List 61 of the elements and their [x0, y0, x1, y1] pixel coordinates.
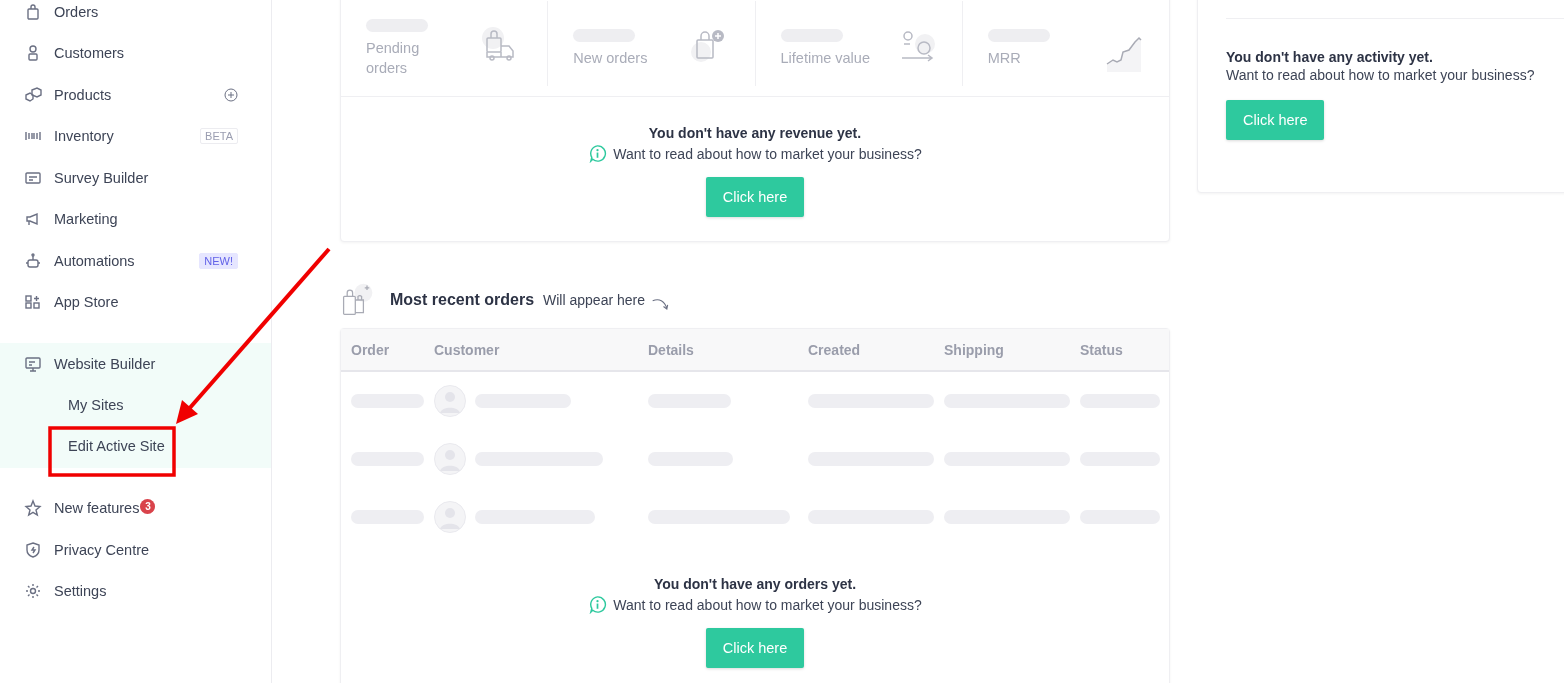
robot-icon [24, 251, 42, 270]
sidebar-item[interactable]: Website Builder [0, 343, 271, 385]
info-icon [588, 595, 608, 614]
new-tag: NEW! [199, 252, 238, 269]
nav-label: Marketing [54, 211, 118, 228]
nav-label: Products [54, 86, 112, 103]
column-header: Status [1080, 341, 1124, 358]
shield-icon [24, 540, 42, 559]
avatar-icon [434, 443, 466, 475]
beta-tag: BETA [200, 128, 238, 145]
sidebar-item[interactable]: Settings [0, 570, 271, 612]
stat-label: New orders [573, 49, 649, 68]
curved-arrow-icon [651, 297, 671, 311]
info-icon [588, 144, 608, 163]
boxes-icon [24, 85, 42, 104]
nav-label: Website Builder [54, 355, 156, 372]
submenu-item[interactable]: My Sites [0, 384, 271, 426]
column-header: Customer [434, 341, 501, 358]
sidebar-item[interactable]: Privacy Centre [0, 529, 271, 571]
nav-label: Inventory [54, 128, 114, 145]
bag-icon [24, 2, 42, 21]
sidebar-item[interactable]: New features 3 [0, 487, 271, 529]
notification-badge: 3 [140, 498, 156, 514]
empty-message: Want to read about how to market your business? [1226, 67, 1536, 83]
empty-message: Want to read about how to market your business? [613, 596, 922, 613]
empty-title: You don't have any orders yet. [653, 576, 857, 592]
avatar-icon [434, 501, 466, 533]
monitor-icon [24, 354, 42, 373]
stat-label: Lifetime value [780, 49, 871, 68]
nav-label: New features [54, 500, 140, 517]
avatar-icon [434, 385, 466, 417]
nav-label: Customers [54, 45, 125, 62]
nav-label: Settings [54, 583, 107, 600]
empty-message: Want to read about how to market your business? [613, 145, 922, 162]
sidebar-item[interactable]: Orders [0, 0, 271, 33]
column-header: Order [351, 341, 391, 358]
nav-label: Automations [54, 252, 135, 269]
nav-label: Orders [54, 3, 99, 20]
column-header: Details [648, 341, 695, 358]
nav-label: App Store [54, 294, 119, 311]
sidebar-item[interactable]: Automations NEW! [0, 240, 271, 282]
column-header: Created [808, 341, 862, 358]
stat-label: Pending orders [366, 39, 421, 78]
empty-title: You don't have any revenue yet. [648, 125, 862, 141]
nav-label: Survey Builder [54, 169, 149, 186]
sidebar-item[interactable]: Survey Builder [0, 157, 271, 199]
add-icon[interactable] [224, 87, 238, 102]
section-title: Most recent orders [390, 291, 535, 309]
sidebar-item[interactable]: Customers [0, 32, 271, 74]
star-icon [24, 499, 42, 518]
stat-label: MRR [987, 49, 1022, 68]
empty-title: You don't have any activity yet. [1226, 49, 1434, 65]
column-header: Shipping [944, 341, 1005, 358]
sidebar-item[interactable]: Inventory BETA [0, 115, 271, 157]
grid-icon [24, 293, 42, 312]
nav-label: Privacy Centre [54, 541, 150, 558]
sidebar-item[interactable]: Marketing [0, 198, 271, 240]
sidebar-item[interactable]: Products [0, 74, 271, 116]
sidebar-item[interactable]: App Store [0, 281, 271, 323]
submenu-item[interactable]: Edit Active Site [0, 426, 271, 468]
section-subtitle: Will appear here [543, 292, 645, 308]
